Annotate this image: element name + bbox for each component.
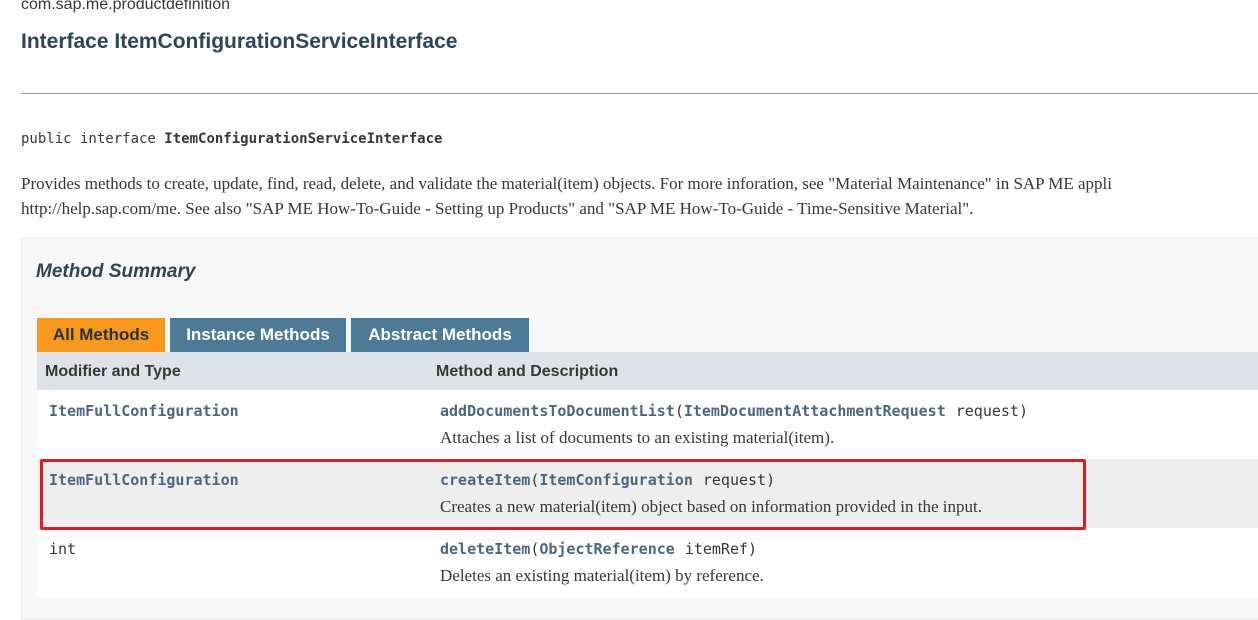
param-type-link[interactable]: ItemConfiguration <box>539 471 693 489</box>
method-description: Creates a new material(item) object base… <box>440 497 982 516</box>
signature-name: ItemConfigurationServiceInterface <box>164 131 443 147</box>
param-name: request <box>955 402 1019 420</box>
header-modifier-type: Modifier and Type <box>45 363 181 380</box>
table-row: ItemFullConfiguration addDocumentsToDocu… <box>37 390 1258 459</box>
method-link[interactable]: createItem <box>440 471 530 489</box>
tab-all-methods[interactable]: All Methods <box>37 318 165 352</box>
method-link[interactable]: addDocumentsToDocumentList <box>440 402 675 420</box>
tab-abstract-methods[interactable]: Abstract Methods <box>351 318 529 352</box>
table-row: int deleteItem(ObjectReference itemRef) D… <box>37 528 1258 597</box>
tab-instance-methods[interactable]: Instance Methods <box>170 318 346 352</box>
method-signature: deleteItem(ObjectReference itemRef) <box>440 540 758 558</box>
method-description: Deletes an existing material(item) by re… <box>440 566 764 585</box>
return-type-link[interactable]: ItemFullConfiguration <box>49 402 239 420</box>
method-signature: addDocumentsToDocumentList(ItemDocumentA… <box>440 402 1028 420</box>
param-name: itemRef <box>684 540 749 558</box>
table-row: ItemFullConfiguration createItem(ItemCon… <box>37 459 1258 528</box>
method-summary-heading: Method Summary <box>36 261 196 282</box>
interface-signature: public interface ItemConfigurationServic… <box>21 131 442 147</box>
signature-prefix: public interface <box>21 131 165 147</box>
description-line-2: http://help.sap.com/me. See also "SAP ME… <box>21 199 974 218</box>
header-method-description: Method and Description <box>436 363 619 380</box>
package-label: com.sap.me.productdefinition <box>21 0 230 13</box>
param-type-link[interactable]: ObjectReference <box>539 540 674 558</box>
return-type: int <box>49 540 77 558</box>
method-table: Modifier and Type Method and Description… <box>37 352 1258 597</box>
method-description: Attaches a list of documents to an exist… <box>440 428 835 447</box>
description-line-1: Provides methods to create, update, find… <box>21 174 1112 193</box>
interface-description: Provides methods to create, update, find… <box>21 171 1258 221</box>
method-summary: Method Summary All Methods Instance Meth… <box>21 238 1258 620</box>
param-name: request <box>702 471 767 489</box>
param-type-link[interactable]: ItemDocumentAttachmentRequest <box>684 402 946 420</box>
method-link[interactable]: deleteItem <box>440 540 530 558</box>
divider <box>21 93 1258 94</box>
page-title: Interface ItemConfigurationServiceInterf… <box>21 30 458 53</box>
return-type-link[interactable]: ItemFullConfiguration <box>49 471 239 489</box>
table-header: Modifier and Type Method and Description <box>37 352 1258 390</box>
method-signature: createItem(ItemConfiguration request) <box>440 471 776 489</box>
